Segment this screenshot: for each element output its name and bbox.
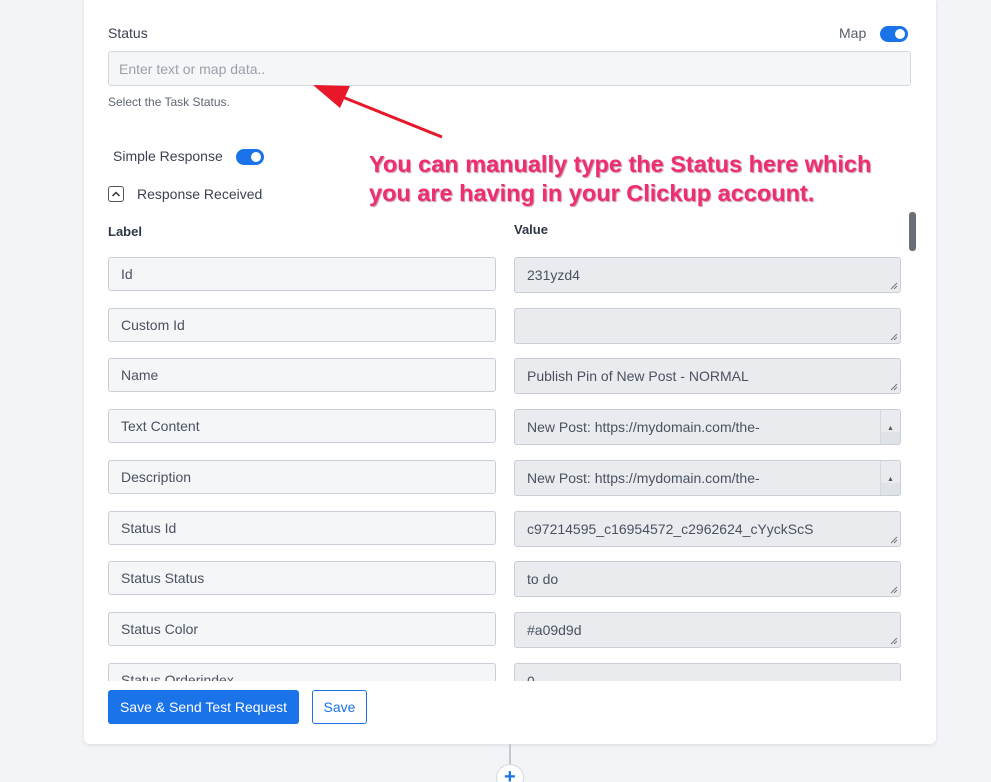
annotation-line-1: You can manually type the Status here wh… xyxy=(369,151,872,177)
field-value[interactable]: 0 xyxy=(514,663,901,681)
field-label[interactable]: Id xyxy=(108,257,496,291)
field-value[interactable]: New Post: https://mydomain.com/the- ▲▼ xyxy=(514,460,901,496)
scroll-track xyxy=(881,432,900,444)
map-toggle[interactable] xyxy=(880,26,908,42)
annotation-callout: You can manually type the Status here wh… xyxy=(369,150,871,208)
table-row: Status Color #a09d9d xyxy=(108,605,901,648)
map-toggle-label: Map xyxy=(839,25,867,41)
status-input[interactable] xyxy=(108,51,911,86)
field-value[interactable]: to do xyxy=(514,561,901,597)
resize-grip-icon[interactable] xyxy=(888,635,898,645)
table-row: Description New Post: https://mydomain.c… xyxy=(108,453,901,496)
chevron-up-icon xyxy=(111,191,121,197)
value-column-header: Value xyxy=(514,222,548,237)
response-fields-list[interactable]: Id 231yzd4 Custom Id Name Publish Pin of… xyxy=(108,250,908,681)
field-value[interactable]: Publish Pin of New Post - NORMAL xyxy=(514,358,901,394)
field-value-text: c97214595_c16954572_c2962624_cYyckScS xyxy=(527,521,814,537)
table-row: Name Publish Pin of New Post - NORMAL xyxy=(108,351,901,394)
field-value[interactable]: c97214595_c16954572_c2962624_cYyckScS xyxy=(514,511,901,547)
field-value-text: Publish Pin of New Post - NORMAL xyxy=(527,368,749,384)
field-value-text: New Post: https://mydomain.com/the- xyxy=(527,419,760,435)
simple-response-toggle[interactable] xyxy=(236,149,264,165)
field-label[interactable]: Custom Id xyxy=(108,308,496,342)
resize-grip-icon[interactable] xyxy=(888,331,898,341)
resize-grip-icon[interactable] xyxy=(888,534,898,544)
status-field-label: Status xyxy=(108,25,148,41)
field-value-text: New Post: https://mydomain.com/the- xyxy=(527,470,760,486)
resize-grip-icon[interactable] xyxy=(888,381,898,391)
table-row: Custom Id xyxy=(108,301,901,344)
response-received-label: Response Received xyxy=(137,186,263,202)
field-value[interactable]: 231yzd4 xyxy=(514,257,901,293)
field-value[interactable]: #a09d9d xyxy=(514,612,901,648)
table-row: Status Status to do xyxy=(108,554,901,597)
table-row: Id 231yzd4 xyxy=(108,250,901,293)
scroll-track xyxy=(881,483,900,495)
plus-icon: + xyxy=(504,766,516,782)
table-row: Status Orderindex 0 xyxy=(108,656,901,681)
label-column-header: Label xyxy=(108,224,142,239)
field-label[interactable]: Description xyxy=(108,460,496,494)
table-row: Status Id c97214595_c16954572_c2962624_c… xyxy=(108,504,901,547)
field-label[interactable]: Text Content xyxy=(108,409,496,443)
simple-response-label: Simple Response xyxy=(113,148,223,164)
add-step-button[interactable]: + xyxy=(496,764,524,782)
field-value-text: to do xyxy=(527,571,559,587)
field-label[interactable]: Status Status xyxy=(108,561,496,595)
list-scrollbar-thumb[interactable] xyxy=(909,212,916,251)
resize-grip-icon[interactable] xyxy=(888,280,898,290)
field-value-text: #a09d9d xyxy=(527,622,582,638)
annotation-line-2: you are having in your Clickup account. xyxy=(369,180,815,206)
textarea-scrollbar[interactable]: ▲▼ xyxy=(880,410,900,444)
collapse-response-button[interactable] xyxy=(108,186,124,202)
field-label[interactable]: Status Id xyxy=(108,511,496,545)
save-and-send-test-request-button[interactable]: Save & Send Test Request xyxy=(108,690,299,724)
field-label[interactable]: Status Orderindex xyxy=(108,663,496,681)
field-value[interactable]: New Post: https://mydomain.com/the- ▲▼ xyxy=(514,409,901,445)
save-button[interactable]: Save xyxy=(312,690,367,724)
field-value-text: 231yzd4 xyxy=(527,267,580,283)
field-value[interactable] xyxy=(514,308,901,344)
status-helper-text: Select the Task Status. xyxy=(108,95,230,109)
textarea-scrollbar[interactable]: ▲▼ xyxy=(880,461,900,495)
resize-grip-icon[interactable] xyxy=(888,584,898,594)
table-row: Text Content New Post: https://mydomain.… xyxy=(108,402,901,445)
field-value-text: 0 xyxy=(527,673,535,681)
field-label[interactable]: Status Color xyxy=(108,612,496,646)
field-label[interactable]: Name xyxy=(108,358,496,392)
